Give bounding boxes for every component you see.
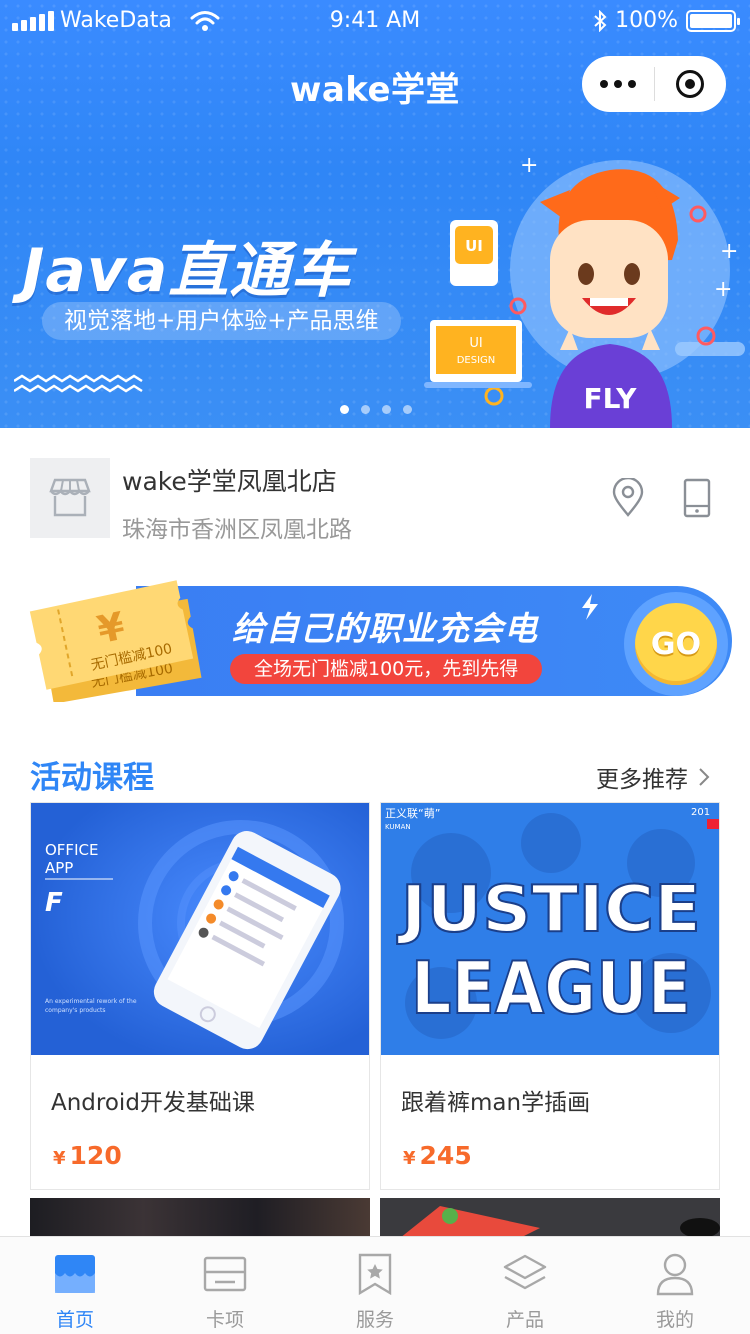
currency-symbol: ¥ [403, 1148, 416, 1169]
user-icon [652, 1251, 698, 1297]
course-name: 跟着裤man学插画 [401, 1090, 591, 1116]
mini-program-capsule [582, 56, 726, 112]
more-dots-icon [599, 80, 608, 88]
svg-text:F: F [45, 888, 63, 918]
course-cover: 正义联“萌” KUMAN 201 JUSTICE LEAGUE [381, 803, 719, 1055]
target-icon [676, 70, 705, 98]
justice-league-cover: 正义联“萌” KUMAN 201 JUSTICE LEAGUE [381, 803, 719, 1055]
bluetooth-icon [594, 9, 607, 32]
price-value: 245 [419, 1141, 472, 1170]
go-label: GO [635, 603, 717, 685]
card-icon [202, 1251, 248, 1297]
office-app-cover: OFFICE APP F An experimental rework of t… [31, 803, 369, 1055]
course-card-partial[interactable] [30, 1198, 370, 1238]
course-price: ¥120 [53, 1141, 122, 1170]
banner-pagination [340, 405, 412, 414]
course-card[interactable]: 正义联“萌” KUMAN 201 JUSTICE LEAGUE 跟着裤man学插… [380, 802, 720, 1190]
course-price: ¥245 [403, 1141, 472, 1170]
promo-banner[interactable]: 无门槛减100 ¥ 无门槛减100 给自己的职业充会电 全场无门槛减100元，先… [26, 572, 736, 702]
battery-icon [686, 9, 740, 32]
svg-text:company's products: company's products [45, 1007, 106, 1014]
status-bar: WakeData 9:41 AM 100% [0, 0, 750, 40]
tab-label: 产品 [505, 1309, 544, 1331]
svg-text:+: + [520, 153, 538, 178]
tab-label: 服务 [355, 1309, 394, 1331]
svg-text:OFFICE: OFFICE [45, 841, 98, 859]
go-button[interactable]: GO [624, 592, 728, 696]
pagination-dot [361, 405, 370, 414]
more-recommend-link[interactable]: 更多推荐 [596, 760, 710, 794]
svg-text:LEAGUE: LEAGUE [411, 946, 691, 1030]
svg-text:FLY: FLY [584, 382, 638, 415]
course-cover: OFFICE APP F An experimental rework of t… [31, 803, 369, 1055]
pagination-dot-active [340, 405, 349, 414]
svg-text:+: + [714, 277, 732, 302]
tab-label: 我的 [655, 1309, 694, 1331]
course-name: Android开发基础课 [51, 1090, 255, 1116]
promo-title: 给自己的职业充会电 [232, 609, 538, 648]
pagination-dot [382, 405, 391, 414]
svg-text:KUMAN: KUMAN [385, 823, 411, 831]
tab-cards[interactable]: 卡项 [150, 1237, 300, 1334]
svg-text:DESIGN: DESIGN [457, 355, 496, 366]
header-banner-area: WakeData 9:41 AM 100% wake学堂 Java直通车 视觉落… [0, 0, 750, 428]
currency-symbol: ¥ [53, 1148, 66, 1169]
store-thumbnail [30, 458, 110, 538]
home-shop-icon [52, 1251, 98, 1297]
location-icon[interactable] [610, 478, 646, 518]
battery-percent: 100% [615, 8, 678, 33]
tab-label: 卡项 [205, 1309, 244, 1331]
section-title: 活动课程 [30, 760, 154, 796]
tab-bar: 首页 卡项 服务 产品 我的 [0, 1236, 750, 1334]
svg-text:正义联“萌”: 正义联“萌” [385, 806, 440, 820]
store-info: wake学堂凤凰北店 珠海市香洲区凤凰北路 [0, 428, 750, 568]
promo-tag: 全场无门槛减100元，先到先得 [230, 654, 543, 684]
tab-mine[interactable]: 我的 [600, 1237, 750, 1334]
svg-text:APP: APP [45, 859, 73, 877]
svg-text:An experimental rework of the: An experimental rework of the [45, 998, 137, 1005]
pagination-dot [403, 405, 412, 414]
svg-text:UI: UI [465, 237, 483, 255]
chevron-right-icon [699, 768, 710, 786]
tab-services[interactable]: 服务 [300, 1237, 450, 1334]
svg-text:UI: UI [469, 336, 482, 351]
more-menu-button[interactable] [582, 56, 654, 112]
lightning-icon [582, 594, 598, 620]
tab-label: 首页 [55, 1309, 94, 1331]
course-cover-partial [400, 1206, 720, 1238]
banner-title: Java直通车 [22, 236, 352, 306]
zigzag-decoration [14, 374, 143, 393]
banner-subtitle: 视觉落地+用户体验+产品思维 [42, 302, 401, 340]
tab-products[interactable]: 产品 [450, 1237, 600, 1334]
close-program-button[interactable] [655, 56, 727, 112]
course-card-partial[interactable] [380, 1198, 720, 1238]
bookmark-star-icon [352, 1251, 398, 1297]
svg-text:+: + [720, 239, 738, 264]
tab-home[interactable]: 首页 [0, 1237, 150, 1334]
svg-text:201: 201 [691, 807, 710, 818]
more-recommend-label: 更多推荐 [596, 767, 688, 793]
banner-illustration: + + + UI UI DESIGN FLY [424, 153, 745, 428]
store-address: 珠海市香洲区凤凰北路 [122, 517, 352, 543]
course-card[interactable]: OFFICE APP F An experimental rework of t… [30, 802, 370, 1190]
svg-text:JUSTICE: JUSTICE [397, 873, 701, 947]
coupon-ticket: 无门槛减100 ¥ 无门槛减100 [29, 580, 202, 702]
phone-icon[interactable] [682, 478, 712, 518]
price-value: 120 [69, 1141, 122, 1170]
status-right: 100% [593, 8, 740, 33]
layers-icon [502, 1251, 548, 1297]
store-name[interactable]: wake学堂凤凰北店 [122, 462, 337, 498]
storefront-icon [49, 478, 91, 517]
